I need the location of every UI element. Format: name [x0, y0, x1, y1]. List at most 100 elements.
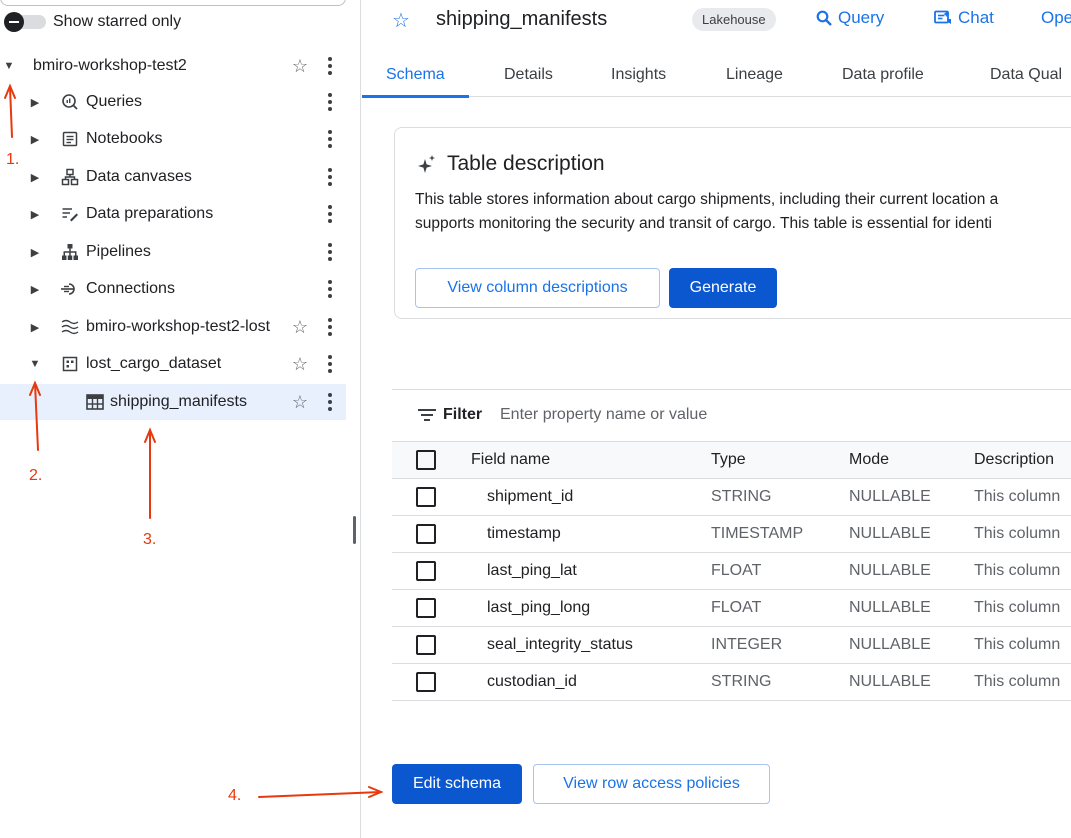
mode-cell: NULLABLE: [849, 626, 974, 664]
tree-item-shipping-manifests[interactable]: shipping_manifests ☆: [0, 384, 346, 420]
row-checkbox-cell: [392, 589, 471, 627]
search-field-edge[interactable]: [0, 0, 346, 6]
expand-caret-icon[interactable]: ▶: [28, 171, 42, 184]
star-icon[interactable]: ☆: [289, 317, 311, 338]
more-options-icon[interactable]: [322, 167, 338, 187]
expand-caret-icon[interactable]: ▼: [2, 60, 16, 72]
schema-section: Filter Field name Type Mode Description …: [392, 389, 1071, 701]
connection-icon: [60, 279, 80, 299]
column-header-mode[interactable]: Mode: [849, 441, 974, 479]
tab-data-profile[interactable]: Data profile: [842, 52, 924, 97]
row-checkbox[interactable]: [416, 561, 436, 581]
tab-schema[interactable]: Schema: [362, 52, 469, 98]
more-options-icon[interactable]: [322, 56, 338, 76]
row-checkbox[interactable]: [416, 635, 436, 655]
query-icon: [60, 92, 80, 112]
search-icon: [816, 10, 832, 26]
expand-caret-icon[interactable]: ▶: [28, 133, 42, 146]
star-icon[interactable]: ☆: [289, 392, 311, 413]
table-row[interactable]: last_ping_long FLOAT NULLABLE This colum…: [392, 589, 1071, 627]
more-options-icon[interactable]: [322, 92, 338, 112]
row-checkbox[interactable]: [416, 672, 436, 692]
tree-item-notebooks[interactable]: ▶ Notebooks: [0, 121, 346, 157]
tree-item-dataset[interactable]: ▼ lost_cargo_dataset ☆: [0, 346, 346, 382]
chat-icon: [934, 10, 951, 24]
generate-button[interactable]: Generate: [669, 268, 777, 308]
expand-caret-icon[interactable]: ▶: [28, 321, 42, 334]
row-checkbox[interactable]: [416, 598, 436, 618]
star-icon[interactable]: ☆: [392, 8, 410, 33]
more-options-icon[interactable]: [322, 392, 338, 412]
column-header-type[interactable]: Type: [711, 441, 849, 479]
more-options-icon[interactable]: [322, 129, 338, 149]
query-button[interactable]: Query: [816, 8, 884, 28]
annotation-label: 4.: [228, 787, 242, 804]
tree-item-label: Notebooks: [86, 130, 163, 147]
expand-caret-icon[interactable]: ▶: [28, 246, 42, 259]
more-options-icon[interactable]: [322, 204, 338, 224]
dataset-icon: [60, 354, 80, 374]
starred-toggle[interactable]: [4, 12, 50, 32]
filter-icon[interactable]: [418, 408, 436, 422]
view-row-access-policies-button[interactable]: View row access policies: [533, 764, 770, 804]
expand-caret-icon[interactable]: ▶: [28, 96, 42, 109]
row-checkbox[interactable]: [416, 487, 436, 507]
expand-caret-icon[interactable]: ▶: [28, 283, 42, 296]
column-header-description[interactable]: Description: [974, 441, 1071, 479]
expand-caret-icon[interactable]: ▼: [28, 358, 42, 370]
tree-item-data-canvases[interactable]: ▶ Data canvases: [0, 159, 346, 195]
tab-details[interactable]: Details: [504, 52, 553, 97]
expand-caret-icon[interactable]: ▶: [28, 208, 42, 221]
mode-cell: NULLABLE: [849, 515, 974, 553]
tree-item-pipelines[interactable]: ▶ Pipelines: [0, 234, 346, 270]
tree-item-queries[interactable]: ▶ Queries: [0, 84, 346, 120]
type-cell: STRING: [711, 478, 849, 516]
annotation-label: 2.: [29, 467, 43, 484]
tab-data-quality[interactable]: Data Qual: [990, 52, 1062, 97]
column-header-field-name[interactable]: Field name: [471, 441, 711, 479]
table-row[interactable]: custodian_id STRING NULLABLE This column: [392, 663, 1071, 701]
table-row[interactable]: timestamp TIMESTAMP NULLABLE This column: [392, 515, 1071, 553]
description-text: This table stores information about carg…: [415, 188, 1071, 236]
description-cell: This column: [974, 515, 1071, 553]
tab-lineage[interactable]: Lineage: [726, 52, 783, 97]
starred-toggle-row[interactable]: Show starred only: [4, 11, 181, 33]
chat-button[interactable]: Chat: [934, 8, 994, 28]
table-row[interactable]: shipment_id STRING NULLABLE This column: [392, 478, 1071, 516]
tree-item-data-preparations[interactable]: ▶ Data preparations: [0, 196, 346, 232]
filter-input[interactable]: [500, 406, 800, 424]
tree-item-label: Data canvases: [86, 168, 192, 185]
more-options-icon[interactable]: [322, 242, 338, 262]
starred-toggle-label: Show starred only: [53, 13, 182, 30]
panel-resize-handle[interactable]: [353, 516, 356, 544]
tree-item-connections[interactable]: ▶ Connections: [0, 271, 346, 307]
field-name-cell: seal_integrity_status: [471, 626, 711, 664]
table-icon: [85, 392, 105, 412]
tree-item-label: lost_cargo_dataset: [86, 355, 222, 372]
star-icon[interactable]: ☆: [289, 354, 311, 375]
row-checkbox[interactable]: [416, 524, 436, 544]
table-row[interactable]: seal_integrity_status INTEGER NULLABLE T…: [392, 626, 1071, 664]
tree-item-label: Connections: [86, 280, 175, 297]
annotation-label: 1.: [6, 151, 20, 168]
open-button[interactable]: Ope: [1041, 8, 1071, 28]
tree-item-label: shipping_manifests: [110, 393, 247, 410]
tab-insights[interactable]: Insights: [611, 52, 666, 97]
tree-item-project[interactable]: ▼ bmiro-workshop-test2 ☆: [0, 48, 346, 84]
view-column-descriptions-button[interactable]: View column descriptions: [415, 268, 660, 308]
type-chip: Lakehouse: [692, 8, 776, 31]
mode-cell: NULLABLE: [849, 589, 974, 627]
description-cell: This column: [974, 478, 1071, 516]
more-options-icon[interactable]: [322, 317, 338, 337]
tree-item-lakehouse[interactable]: ▶ bmiro-workshop-test2-lost ☆: [0, 309, 346, 345]
more-options-icon[interactable]: [322, 354, 338, 374]
edit-schema-button[interactable]: Edit schema: [392, 764, 522, 804]
table-row[interactable]: last_ping_lat FLOAT NULLABLE This column: [392, 552, 1071, 590]
page-title: shipping_manifests: [436, 8, 608, 30]
more-options-icon[interactable]: [322, 279, 338, 299]
star-icon[interactable]: ☆: [289, 56, 311, 77]
select-all-checkbox[interactable]: [416, 450, 436, 470]
field-name-cell: shipment_id: [471, 478, 711, 516]
type-cell: STRING: [711, 663, 849, 701]
canvas-icon: [60, 167, 80, 187]
